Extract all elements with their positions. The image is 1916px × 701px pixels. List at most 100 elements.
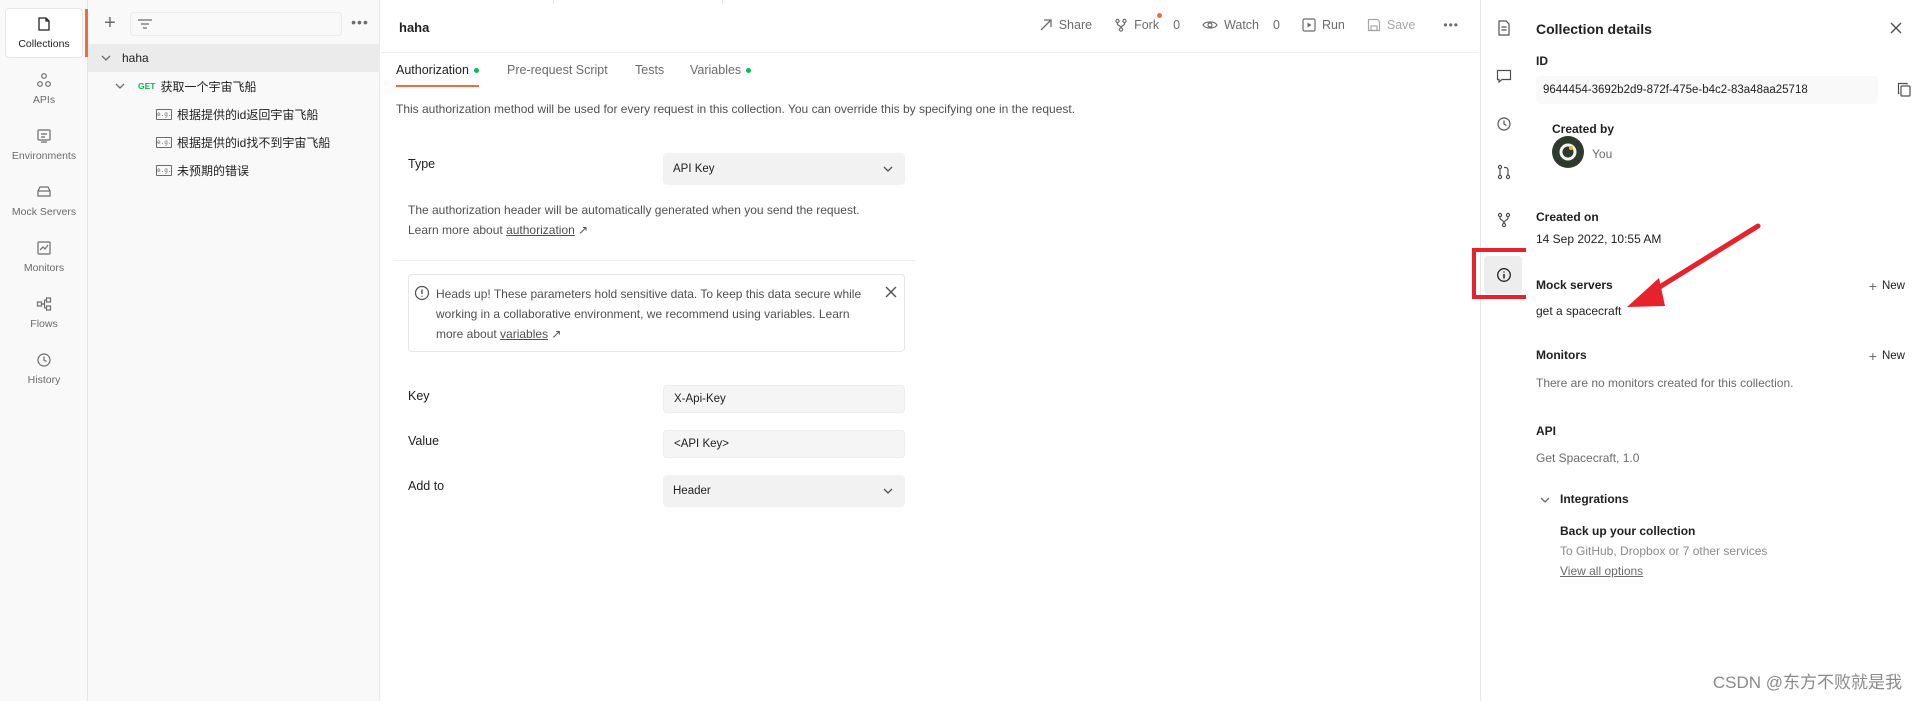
backup-description: To GitHub, Dropbox or 7 other services [1560,544,1768,558]
mock-servers-icon [37,186,51,197]
rail-item-collections[interactable]: Collections [5,8,88,58]
view-all-options-link[interactable]: View all options [1560,564,1643,578]
environments-icon [37,129,51,143]
comments-button[interactable] [1494,66,1514,86]
pull-request-icon [1497,164,1511,180]
chevron-down-icon [883,166,893,172]
variables-link[interactable]: variables [500,327,548,341]
external-link-icon: ↗ [578,223,589,237]
auth-description: This authorization method will be used f… [396,102,1076,116]
new-collection-button[interactable]: + [100,13,120,34]
collection-id-field[interactable]: 9644454-3692b2d9-872f-475e-b4c2-83a48aa2… [1536,76,1878,104]
add-to-select[interactable]: Header [663,475,905,507]
fork-button[interactable]: Fork 0 [1114,13,1181,32]
rail-item-monitors[interactable]: Monitors [5,232,83,282]
sensitive-data-alert: Heads up! These parameters hold sensitiv… [408,274,905,352]
chevron-down-icon [115,83,125,89]
copy-icon[interactable] [1897,82,1911,97]
tab-label: Tests [635,63,665,77]
key-input[interactable]: X-Api-Key [663,385,905,413]
right-context-rail [1480,0,1526,701]
chevron-down-icon [883,488,893,494]
changelog-button[interactable] [1494,114,1514,134]
new-label: New [1881,350,1905,362]
monitors-icon [37,241,51,255]
new-monitor-button[interactable]: + New [1869,348,1905,364]
new-mock-server-button[interactable]: + New [1869,278,1905,294]
tree-collection-row[interactable]: haha [88,44,380,72]
tab-bar: Authorization Pre-request Script Tests V… [381,52,1479,88]
value-label: Value [408,434,440,448]
fork-icon [1497,212,1511,228]
plus-icon: + [1868,278,1877,294]
sidebar-more-button[interactable]: ••• [350,14,370,34]
rail-item-flows[interactable]: Flows [5,288,83,338]
close-icon[interactable] [1890,22,1902,34]
share-button[interactable]: Share [1039,18,1092,32]
rail-item-environments[interactable]: Environments [5,120,83,170]
tree-collection-name: haha [122,51,149,65]
created-on-label: Created on [1536,210,1599,224]
authorization-link[interactable]: authorization [506,223,575,237]
close-icon[interactable] [884,285,898,299]
comment-icon [1496,69,1512,83]
tab-label: Variables [690,63,742,77]
sidebar-search-input[interactable] [130,12,342,36]
share-label: Share [1058,18,1093,32]
info-circle-icon [414,285,430,301]
eye-icon [1202,21,1218,29]
tree-example-row[interactable]: e.g. 根据提供的id找不到宇宙飞船 [88,128,380,156]
pull-requests-button[interactable] [1494,162,1514,182]
chevron-down-icon[interactable] [1539,495,1551,505]
document-icon [1498,20,1510,36]
example-icon: e.g. [156,108,172,120]
api-value[interactable]: Get Spacecraft, 1.0 [1536,451,1639,465]
created-by-label: Created by [1552,122,1615,136]
tab-tests[interactable]: Tests [635,63,664,85]
watch-count: 0 [1273,18,1280,32]
rail-item-history[interactable]: History [5,344,83,394]
tree-example-row[interactable]: e.g. 根据提供的id返回宇宙飞船 [88,100,380,128]
fork-icon [1115,18,1127,32]
example-icon: e.g. [156,136,172,148]
tab-label: Pre-request Script [507,63,608,77]
rail-label-monitors: Monitors [23,262,65,274]
divider [394,260,916,261]
tab-label: Authorization [396,63,469,77]
collections-sidebar: + ••• haha GET 获取一个宇宙飞船 e.g. 根据提供的id返回宇宙… [88,0,380,701]
tab-authorization[interactable]: Authorization [396,63,479,87]
tab-variables[interactable]: Variables [690,63,752,85]
integrations-label[interactable]: Integrations [1560,492,1629,506]
tree-request-row[interactable]: GET 获取一个宇宙飞船 [88,72,380,100]
save-button[interactable]: Save [1367,18,1415,32]
monitors-empty-text: There are no monitors created for this c… [1536,376,1794,390]
rail-label-environments: Environments [11,150,77,162]
fork-count: 0 [1173,18,1181,32]
forks-button[interactable] [1494,210,1514,230]
watch-label: Watch [1224,18,1259,32]
auth-helper-text: The authorization header will be automat… [408,200,868,240]
tree-example-row[interactable]: e.g. 未预期的错误 [88,156,380,184]
more-actions-button[interactable]: ••• [1443,18,1459,32]
request-method-badge: GET [138,81,156,91]
value-input[interactable]: <API Key> [663,430,905,458]
collections-icon [38,17,50,31]
rail-label-mock-servers: Mock Servers [11,206,77,218]
documentation-button[interactable] [1494,18,1514,38]
mock-server-link[interactable]: get a spacecraft [1536,304,1621,318]
apis-icon [37,73,51,87]
left-nav-rail: Collections APIs Environments Mock Serve… [0,0,88,701]
mock-servers-label: Mock servers [1536,278,1613,292]
rail-item-mock-servers[interactable]: Mock Servers [5,176,83,226]
watch-button[interactable]: Watch 0 [1202,18,1280,32]
rail-item-apis[interactable]: APIs [5,64,83,114]
annotation-arrow [1627,223,1761,307]
run-button[interactable]: Run [1302,18,1345,32]
tab-pre-request-script[interactable]: Pre-request Script [507,63,608,85]
page-title: haha [399,20,430,35]
auth-type-select[interactable]: API Key [663,153,905,185]
rail-label-history: History [27,374,61,386]
add-to-label: Add to [408,479,445,493]
rail-label-collections: Collections [18,38,70,50]
tree-example-name: 根据提供的id找不到宇宙飞船 [177,135,331,150]
